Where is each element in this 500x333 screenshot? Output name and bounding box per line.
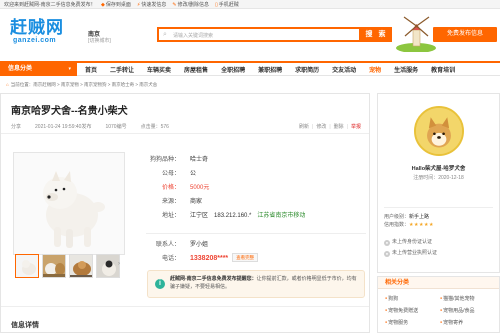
safety-notice: i 赶贼网-南京二手信息免费发布提醒您：让你提前汇款，或者价格明显低于市价，均有… — [147, 270, 365, 298]
nav-item-resume[interactable]: 求职简历 — [295, 65, 319, 74]
report-link[interactable]: 举报 — [351, 124, 361, 130]
logo-en: ganzei.com — [13, 37, 57, 44]
posted-time: 2021-01-24 19:59:40发布 — [35, 124, 92, 130]
show-phone-button[interactable]: 查看完整 — [232, 253, 259, 262]
search-box[interactable]: ⌕ 请输入关键词搜索 — [157, 27, 361, 42]
notice-title: 赶贼网-南京二手信息免费发布提醒您： — [170, 276, 257, 282]
shield-icon: ◆ — [101, 2, 105, 8]
nav-item-social[interactable]: 交友活动 — [332, 65, 356, 74]
thumbnail-strip — [15, 254, 120, 278]
nav-item-parttime[interactable]: 兼职招聘 — [258, 65, 282, 74]
listing-actions: 刷新 | 修改 | 删除 | 举报 — [299, 124, 361, 130]
main-photo[interactable] — [13, 152, 125, 255]
nav-item-education[interactable]: 教育培训 — [431, 65, 455, 74]
related-item[interactable]: 宠物寄养 — [440, 319, 495, 326]
listing-title: 南京哈罗犬舍--名贵小柴犬 — [11, 106, 128, 117]
divider — [384, 207, 493, 208]
breadcrumb: ⌂ 当前位置：南京赶贼网 > 南京宠物 > 南京宠物狗 > 南京哈士奇 > 南京犬… — [6, 82, 158, 87]
info-icon: i — [155, 279, 165, 289]
quick-post-link[interactable]: ⚡快速发信息 — [137, 1, 167, 8]
related-categories: 相关分类 狗狗 猫猫/其他宠物 宠物免费赠送 宠物用品/食品 宠物服务 宠物寄养 — [377, 276, 500, 333]
register-date: 注册时间：2020-12-18 — [413, 175, 464, 181]
divider — [1, 133, 369, 134]
user-level: 用户级别：新手上路 — [384, 214, 430, 220]
star-rating: ★★★★★ — [409, 222, 434, 228]
nav-item-vehicles[interactable]: 车辆买卖 — [147, 65, 171, 74]
main-nav: 信息分类 ▾ 首页 二手转让 车辆买卖 房屋租售 全职招聘 兼职招聘 求职简历 … — [0, 61, 500, 76]
ip-address: 183.212.160.* — [214, 213, 252, 219]
edit-link[interactable]: 修改 — [316, 124, 326, 130]
nav-item-services[interactable]: 生活服务 — [394, 65, 418, 74]
phone-icon: ▯ — [215, 2, 218, 8]
license-verification: ● 未上传营业执照认证 — [384, 250, 438, 257]
search-icon: ⌕ — [163, 31, 167, 38]
detail-heading: 信息详情 — [11, 322, 39, 329]
category-menu[interactable]: 信息分类 ▾ — [0, 63, 77, 76]
top-bar: 欢迎来到赶贼网-南京二手信息免费发布！ ◆保存到桌面 ⚡快速发信息 ✎修改/删除… — [0, 0, 500, 9]
id-verification: ● 未上传身份证认证 — [384, 239, 433, 246]
related-item[interactable]: 宠物免费赠送 — [385, 307, 440, 314]
listing-panel: 南京哈罗犬舍--名贵小柴犬 分享 2021-01-24 19:59:40发布 1… — [0, 93, 370, 333]
user-icon: ● — [384, 240, 390, 246]
mobile-link[interactable]: ▯手机赶贼 — [215, 1, 239, 8]
edit-delete-link[interactable]: ✎修改/删除信息 — [172, 1, 209, 8]
phone-number: 1338208**** — [190, 255, 229, 262]
nav-item-fulltime[interactable]: 全职招聘 — [221, 65, 245, 74]
top-links: ◆保存到桌面 ⚡快速发信息 ✎修改/删除信息 ▯手机赶贼 — [101, 1, 239, 8]
related-item[interactable]: 宠物服务 — [385, 319, 440, 326]
related-title: 相关分类 — [378, 277, 499, 289]
site-logo[interactable]: 赶贼网 ganzei.com — [10, 20, 70, 48]
thumbnail-next-arrow[interactable]: › — [118, 261, 120, 267]
breadcrumb-path[interactable]: 南京赶贼网 > 南京宠物 > 南京宠物狗 > 南京哈士奇 > 南京犬舍 — [33, 82, 157, 87]
seller-card: Hallo柴犬屋-哈罗犬舍 注册时间：2020-12-18 用户级别：新手上路 … — [377, 93, 500, 273]
ip-location: 江苏省南京市移动 — [257, 213, 306, 219]
delete-link[interactable]: 删除 — [334, 124, 344, 130]
view-count: 点击量：576 — [140, 124, 169, 130]
share-link[interactable]: 分享 — [11, 123, 21, 130]
thumbnail[interactable] — [15, 254, 39, 278]
thumbnail[interactable] — [96, 254, 120, 278]
nav-item-housing[interactable]: 房屋租售 — [184, 65, 208, 74]
lightning-icon: ⚡ — [136, 2, 141, 8]
nav-item-home[interactable]: 首页 — [85, 65, 97, 74]
credit-index: 信用指数：★★★★★ — [384, 222, 434, 228]
windmill-illustration — [396, 16, 436, 52]
avatar[interactable] — [414, 106, 464, 156]
search-button[interactable]: 搜 索 — [361, 27, 392, 42]
chevron-down-icon: ▾ — [68, 66, 71, 72]
home-icon: ⌂ — [6, 82, 9, 87]
thumbnail[interactable] — [42, 254, 66, 278]
nav-item-pets[interactable]: 宠物 — [369, 65, 381, 74]
shop-name[interactable]: Hallo柴犬屋-哈罗犬舍 — [378, 164, 499, 172]
save-desktop-link[interactable]: ◆保存到桌面 — [101, 1, 131, 8]
license-icon: ● — [384, 251, 390, 257]
switch-city-link[interactable]: [切换城市] — [88, 37, 111, 44]
related-item[interactable]: 猫猫/其他宠物 — [440, 295, 495, 302]
puppy-photo — [14, 153, 124, 254]
post-free-button[interactable]: 免费发布信息 — [433, 27, 497, 42]
listing-id: 1070编号 — [105, 124, 127, 130]
divider — [1, 306, 369, 307]
logo-cn: 赶贼网 — [10, 18, 64, 38]
divider — [146, 233, 366, 234]
related-list: 狗狗 猫猫/其他宠物 宠物免费赠送 宠物用品/食品 宠物服务 宠物寄养 — [385, 295, 495, 326]
related-item[interactable]: 宠物用品/食品 — [440, 307, 495, 314]
listing-meta: 分享 2021-01-24 19:59:40发布 1070编号 点击量：576 — [11, 123, 169, 130]
related-item[interactable]: 狗狗 — [385, 295, 440, 302]
search-input[interactable]: 请输入关键词搜索 — [173, 32, 213, 39]
refresh-link[interactable]: 刷新 — [299, 124, 309, 130]
edit-icon: ✎ — [172, 2, 177, 8]
welcome-text: 欢迎来到赶贼网-南京二手信息免费发布！ — [4, 2, 96, 8]
thumbnail[interactable] — [69, 254, 93, 278]
nav-item-secondhand[interactable]: 二手转让 — [110, 65, 134, 74]
nav-items: 首页 二手转让 车辆买卖 房屋租售 全职招聘 兼职招聘 求职简历 交友活动 宠物… — [85, 65, 468, 74]
